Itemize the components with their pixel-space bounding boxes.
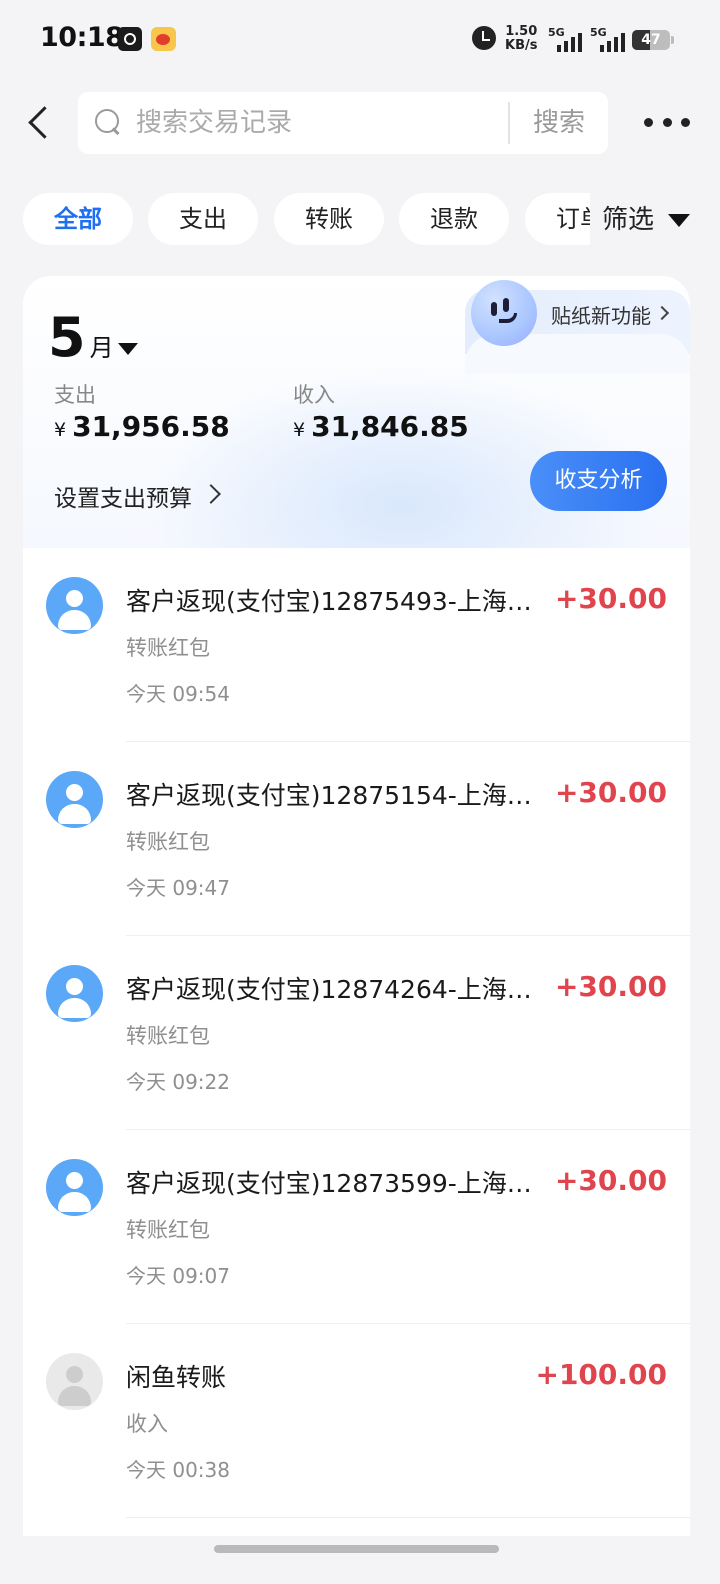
chip-order[interactable]: 订单 <box>525 193 600 245</box>
back-arrow-icon[interactable] <box>20 100 60 148</box>
search-bar: 搜索 <box>78 92 608 154</box>
transaction-list: 客户返现(支付宝)12875493-上海智... +30.00 转账红包 今天 … <box>23 548 690 1518</box>
month-number: 5 <box>48 306 86 369</box>
transaction-type: 转账红包 <box>126 636 210 660</box>
month-unit: 月 <box>89 334 114 362</box>
weibo-icon <box>151 27 176 51</box>
transaction-amount: +30.00 <box>554 582 667 615</box>
search-input[interactable] <box>136 102 496 144</box>
set-budget-link[interactable]: 设置支出预算 <box>54 479 192 513</box>
battery-tip <box>671 36 674 44</box>
income-amount: ¥31,846.85 <box>293 410 469 443</box>
transaction-time: 今天 09:54 <box>126 682 230 706</box>
transaction-title: 客户返现(支付宝)12874264-上海智... <box>126 975 551 1004</box>
transaction-time: 今天 00:38 <box>126 1458 230 1482</box>
transaction-amount: +100.00 <box>535 1358 667 1391</box>
home-indicator[interactable] <box>214 1545 499 1553</box>
transaction-row[interactable]: 客户返现(支付宝)12874264-上海智... +30.00 转账红包 今天 … <box>23 936 690 1130</box>
transaction-title: 闲鱼转账 <box>126 1363 227 1392</box>
transaction-type: 转账红包 <box>126 1218 210 1242</box>
sticker-feature-link[interactable]: 贴纸新功能 <box>551 300 651 329</box>
user-avatar-icon <box>46 965 103 1022</box>
transaction-type: 转账红包 <box>126 1024 210 1048</box>
dropdown-arrow-icon <box>668 214 690 227</box>
more-options-icon[interactable] <box>644 110 690 134</box>
network-speed: 1.50 KB/s <box>505 24 538 53</box>
battery-level: 47 <box>641 32 661 48</box>
expense-amount: ¥31,956.58 <box>54 410 230 443</box>
status-bar: 10:18 1.50 KB/s 5G 5G 47 <box>0 0 720 80</box>
transaction-title: 客户返现(支付宝)12875154-上海智... <box>126 781 551 810</box>
transaction-title: 客户返现(支付宝)12875493-上海智... <box>126 587 551 616</box>
search-button[interactable]: 搜索 <box>510 92 608 154</box>
chip-all[interactable]: 全部 <box>23 193 133 245</box>
search-icon <box>95 109 121 135</box>
transaction-row[interactable]: 客户返现(支付宝)12875493-上海智... +30.00 转账红包 今天 … <box>23 548 690 742</box>
signal-icon <box>557 30 582 52</box>
transaction-row[interactable]: 客户返现(支付宝)12873599-上海智... +30.00 转账红包 今天 … <box>23 1130 690 1324</box>
income-currency: ¥ <box>293 419 306 441</box>
app-notification-icon <box>118 27 142 51</box>
expense-label: 支出 <box>54 383 96 407</box>
transaction-time: 今天 09:22 <box>126 1070 230 1094</box>
filter-button[interactable]: 筛选 <box>590 193 720 247</box>
status-time: 10:18 <box>40 22 124 53</box>
row-divider <box>126 1516 690 1518</box>
transaction-type: 转账红包 <box>126 830 210 854</box>
transaction-type: 收入 <box>126 1412 168 1436</box>
signal-icon-2 <box>600 30 625 52</box>
filter-chips: 全部 支出 转账 退款 订单 <box>0 193 600 247</box>
user-avatar-icon <box>46 577 103 634</box>
user-avatar-icon <box>46 1159 103 1216</box>
sticker-face-icon[interactable] <box>471 280 537 346</box>
chip-refund[interactable]: 退款 <box>399 193 509 245</box>
month-selector[interactable]: 5月 <box>48 306 114 369</box>
battery-icon: 47 <box>632 30 670 50</box>
transaction-amount: +30.00 <box>554 1164 667 1197</box>
user-avatar-icon <box>46 771 103 828</box>
month-dropdown-icon[interactable] <box>118 343 138 355</box>
transaction-time: 今天 09:07 <box>126 1264 230 1288</box>
transaction-row[interactable]: 闲鱼转账 +100.00 收入 今天 00:38 <box>23 1324 690 1518</box>
income-expense-analysis-button[interactable]: 收支分析 <box>530 451 667 511</box>
transaction-time: 今天 09:47 <box>126 876 230 900</box>
transaction-title: 客户返现(支付宝)12873599-上海智... <box>126 1169 551 1198</box>
income-label: 收入 <box>293 383 335 407</box>
filter-label: 筛选 <box>602 205 655 235</box>
expense-currency: ¥ <box>54 419 67 441</box>
chip-transfer[interactable]: 转账 <box>274 193 384 245</box>
transaction-amount: +30.00 <box>554 776 667 809</box>
transaction-row[interactable]: 客户返现(支付宝)12875154-上海智... +30.00 转账红包 今天 … <box>23 742 690 936</box>
user-avatar-icon <box>46 1353 103 1410</box>
alarm-icon <box>472 26 496 50</box>
transactions-card: 贴纸新功能 5月 支出 ¥31,956.58 收入 ¥31,846.85 设置支… <box>23 276 690 1536</box>
transaction-amount: +30.00 <box>554 970 667 1003</box>
chip-expense[interactable]: 支出 <box>148 193 258 245</box>
